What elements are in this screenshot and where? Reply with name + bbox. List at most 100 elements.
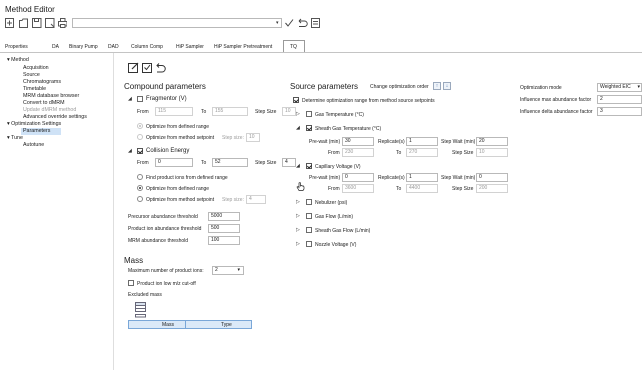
- tree-item-acquisition[interactable]: Acquisition: [23, 65, 49, 71]
- save-icon[interactable]: [32, 18, 42, 28]
- cap-voltage-checkbox[interactable]: [306, 163, 312, 169]
- tree-optimization-node[interactable]: ▾ Optimization Settings: [7, 121, 61, 127]
- tab-hip-sampler[interactable]: HiP Sampler: [176, 44, 204, 50]
- tree-item-parameters[interactable]: Parameters: [23, 128, 50, 134]
- cap-step-input[interactable]: 200: [476, 184, 508, 193]
- fragmentor-step-size-input[interactable]: 10: [246, 133, 260, 142]
- collision-opt-setpoint-radio[interactable]: [137, 196, 143, 202]
- edit-icon[interactable]: [128, 62, 139, 73]
- collision-checkbox[interactable]: [137, 148, 143, 154]
- combo-actions: [285, 18, 320, 28]
- new-method-icon[interactable]: [5, 18, 14, 28]
- tree-item-advanced-override[interactable]: Advanced override settings: [23, 114, 87, 120]
- tab-column-comp[interactable]: Column Comp: [131, 44, 163, 50]
- edit-all-icon[interactable]: [142, 63, 152, 73]
- open-method-icon[interactable]: [19, 18, 28, 28]
- fragmentor-checkbox[interactable]: [137, 96, 143, 102]
- tree-item-chromatograms[interactable]: Chromatograms: [23, 79, 61, 85]
- sheath-replicates-input[interactable]: 1: [406, 137, 438, 146]
- combo-dropdown-icon[interactable]: ▾: [276, 20, 279, 26]
- compound-actions: [128, 62, 166, 73]
- undo-icon[interactable]: [298, 18, 308, 27]
- tab-tq-label: TQ: [290, 44, 297, 50]
- max-product-ions-label: Maximum number of product ions:: [128, 268, 204, 274]
- influence-delta-input[interactable]: 3: [597, 107, 642, 116]
- tree-item-convert-to-dmrm[interactable]: Convert to dMRM: [23, 100, 65, 106]
- print-icon[interactable]: [58, 18, 68, 28]
- collision-from-input[interactable]: 0: [155, 158, 193, 167]
- tree-method-node[interactable]: ▾ Method: [7, 57, 29, 63]
- determine-range-checkbox[interactable]: [293, 97, 299, 103]
- cap-prewait-input[interactable]: 0: [342, 173, 374, 182]
- gas-temp-checkbox[interactable]: [306, 111, 312, 117]
- cap-voltage-expand-icon[interactable]: ◢: [296, 163, 300, 169]
- cap-replicates-input[interactable]: 1: [406, 173, 438, 182]
- sheath-step-input[interactable]: 10: [476, 148, 508, 157]
- fragmentor-expand-icon[interactable]: ◢: [128, 96, 132, 102]
- tree-item-timetable[interactable]: Timetable: [23, 86, 46, 92]
- save-as-icon[interactable]: [45, 18, 55, 28]
- sheath-from-input[interactable]: 230: [342, 148, 374, 157]
- gas-flow-checkbox[interactable]: [306, 213, 312, 219]
- move-down-button[interactable]: ↓: [443, 82, 451, 90]
- cap-stepwait-input[interactable]: 0: [476, 173, 508, 182]
- properties-icon[interactable]: [311, 18, 320, 28]
- product-ion-threshold-input[interactable]: 500: [208, 224, 240, 233]
- nozzle-expand-icon[interactable]: ▷: [296, 241, 300, 247]
- tab-tq[interactable]: TQ: [283, 40, 305, 52]
- gas-flow-expand-icon[interactable]: ▷: [296, 213, 300, 219]
- column-header-type[interactable]: Type: [221, 322, 232, 328]
- collision-step-input[interactable]: 4: [282, 158, 296, 167]
- sheath-prewait-input[interactable]: 30: [342, 137, 374, 146]
- tab-binary-pump[interactable]: Binary Pump: [69, 44, 98, 50]
- sheath-to-input[interactable]: 270: [406, 148, 438, 157]
- collision-opt-range-radio[interactable]: [137, 185, 143, 191]
- optimization-mode-select[interactable]: Weighted EIC ▾: [597, 83, 642, 92]
- change-order-label: Change optimization order: [370, 84, 429, 90]
- tree-item-mrm-database-browser[interactable]: MRM database browser: [23, 93, 79, 99]
- tree-item-source[interactable]: Source: [23, 72, 40, 78]
- tree-tune-node[interactable]: ▾ Tune: [7, 135, 23, 141]
- gas-temp-expand-icon[interactable]: ▷: [296, 111, 300, 117]
- sheath-temp-checkbox[interactable]: [306, 125, 312, 131]
- fragmentor-from-input[interactable]: 115: [155, 107, 193, 116]
- influence-max-input[interactable]: 2: [597, 95, 642, 104]
- find-product-ions-radio[interactable]: [137, 174, 143, 180]
- tab-properties[interactable]: Properties: [5, 44, 28, 50]
- collision-step-size-input[interactable]: 4: [246, 195, 266, 204]
- cap-to-input[interactable]: 4400: [406, 184, 438, 193]
- sheath-stepwait-label: Step Wait (min): [441, 139, 476, 145]
- max-product-ions-select[interactable]: 2 ▾: [212, 266, 244, 275]
- fragmentor-opt-range-radio[interactable]: [137, 123, 143, 129]
- column-header-mass[interactable]: Mass: [162, 322, 174, 328]
- tab-hip-sampler-pretreatment[interactable]: HiP Sampler Pretreatment: [214, 44, 272, 50]
- nebulizer-expand-icon[interactable]: ▷: [296, 199, 300, 205]
- nebulizer-checkbox[interactable]: [306, 199, 312, 205]
- sheath-prewait-label: Pre-wait (min): [309, 139, 341, 145]
- max-product-ions-value: 2: [215, 267, 218, 273]
- cutoff-checkbox[interactable]: [128, 280, 134, 286]
- precursor-threshold-input[interactable]: 5000: [208, 212, 240, 221]
- fragmentor-opt-setpoint-radio[interactable]: [137, 134, 143, 140]
- tab-dad[interactable]: DAD: [108, 44, 119, 50]
- cap-from-input[interactable]: 3600: [342, 184, 374, 193]
- sheath-flow-expand-icon[interactable]: ▷: [296, 227, 300, 233]
- method-path-combo[interactable]: [72, 18, 282, 28]
- mrm-threshold-input[interactable]: 100: [208, 236, 240, 245]
- reset-icon[interactable]: [156, 63, 166, 73]
- fragmentor-step-input[interactable]: 10: [282, 107, 296, 116]
- sheath-temp-expand-icon[interactable]: ◢: [296, 125, 300, 131]
- excluded-mass-add-icon[interactable]: [135, 302, 147, 313]
- nozzle-checkbox[interactable]: [306, 241, 312, 247]
- tab-da[interactable]: DA: [52, 44, 59, 50]
- collision-to-input[interactable]: 52: [212, 158, 248, 167]
- sheath-flow-checkbox[interactable]: [306, 227, 312, 233]
- check-icon[interactable]: [285, 19, 294, 27]
- fragmentor-to-input[interactable]: 155: [212, 107, 248, 116]
- tree-item-autotune[interactable]: Autotune: [23, 142, 44, 148]
- sheath-stepwait-input[interactable]: 20: [476, 137, 508, 146]
- excluded-mass-remove-icon[interactable]: [135, 314, 147, 318]
- move-up-button[interactable]: ↑: [433, 82, 441, 90]
- collision-expand-icon[interactable]: ◢: [128, 148, 132, 154]
- collision-step-size-label: Step size:: [222, 197, 244, 203]
